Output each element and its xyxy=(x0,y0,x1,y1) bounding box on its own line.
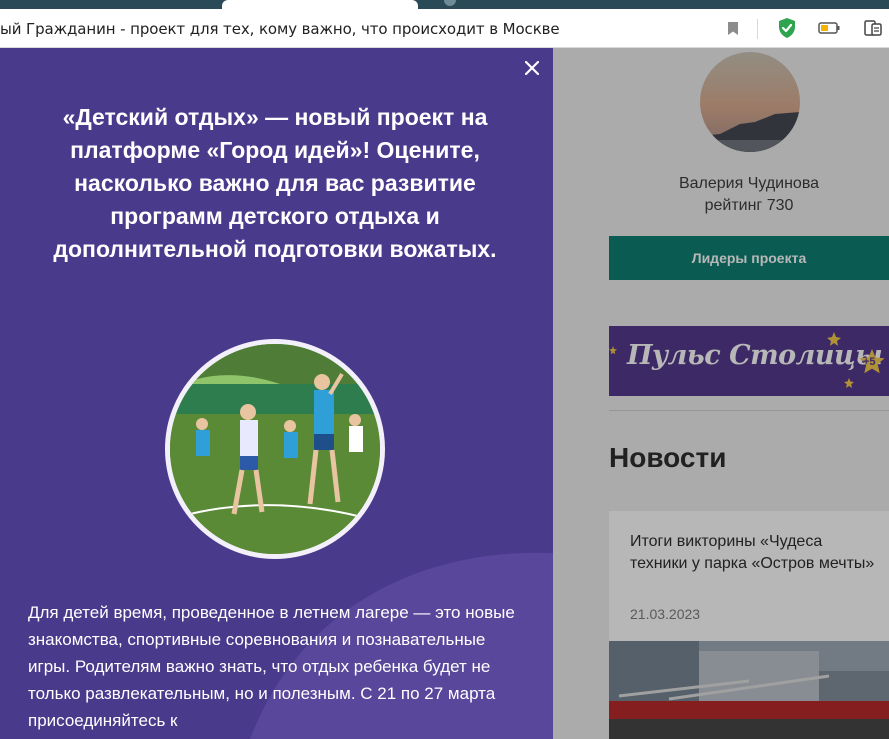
toolbar-divider xyxy=(757,19,758,39)
modal-body-text: Для детей время, проведенное в летнем ла… xyxy=(28,603,515,730)
page-url-title[interactable]: ый Гражданин - проект для тех, кому важн… xyxy=(0,20,560,38)
active-tab[interactable] xyxy=(222,0,418,9)
address-bar: ый Гражданин - проект для тех, кому важн… xyxy=(0,9,889,48)
bookmark-icon[interactable] xyxy=(722,17,744,39)
battery-icon[interactable] xyxy=(818,17,840,39)
project-modal: «Детский отдых» — новый проект на платфо… xyxy=(0,48,553,739)
modal-title: «Детский отдых» — новый проект на платфо… xyxy=(53,104,497,262)
shield-check-icon[interactable] xyxy=(776,17,798,39)
close-icon[interactable] xyxy=(521,57,543,79)
side-panel-icon[interactable] xyxy=(862,17,884,39)
tab-strip xyxy=(0,0,889,9)
modal-photo xyxy=(165,339,385,559)
tab-edge xyxy=(444,0,456,6)
